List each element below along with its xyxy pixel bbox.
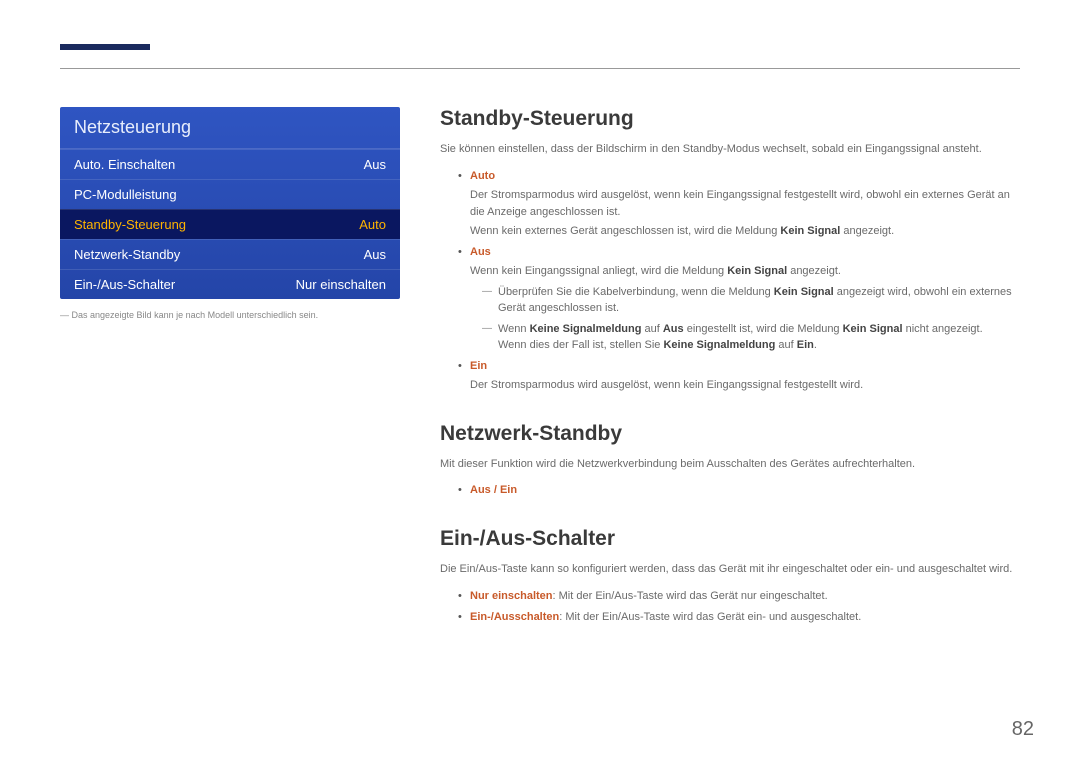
header-rule bbox=[60, 68, 1020, 69]
option-list: Nur einschalten: Mit der Ein/Aus-Taste w… bbox=[440, 588, 1020, 626]
option-label: Ein bbox=[500, 484, 517, 496]
menu-item-label: Ein-/Aus-Schalter bbox=[74, 277, 175, 292]
menu-item-value: Nur einschalten bbox=[296, 277, 386, 292]
menu-item-value: Aus bbox=[364, 157, 386, 172]
section-intro: Sie können einstellen, dass der Bildschi… bbox=[440, 141, 1020, 158]
menu-item-label: Netzwerk-Standby bbox=[74, 247, 180, 262]
text-fragment: auf bbox=[775, 339, 796, 351]
aus-label: Aus bbox=[663, 323, 684, 335]
option-separator: / bbox=[491, 484, 500, 496]
ein-label: Ein bbox=[797, 339, 814, 351]
kein-signal-label: Kein Signal bbox=[843, 323, 903, 335]
keine-signalmeldung-label: Keine Signalmeldung bbox=[663, 339, 775, 351]
text-fragment: Wenn kein externes Gerät angeschlossen i… bbox=[470, 225, 780, 237]
kein-signal-label: Kein Signal bbox=[780, 225, 840, 237]
menu-item-netzwerk-standby[interactable]: Netzwerk-Standby Aus bbox=[60, 239, 400, 269]
sub-item: Wenn Keine Signalmeldung auf Aus eingest… bbox=[482, 321, 1020, 354]
text-fragment: Wenn dies der Fall ist, stellen Sie bbox=[498, 339, 663, 351]
option-ein-ausschalten: Ein-/Ausschalten: Mit der Ein/Aus-Taste … bbox=[458, 609, 1020, 626]
option-label: Ein bbox=[470, 360, 487, 372]
option-aus: Aus Wenn kein Eingangssignal anliegt, wi… bbox=[458, 244, 1020, 354]
option-list: Auto Der Stromsparmodus wird ausgelöst, … bbox=[440, 168, 1020, 394]
section-title: Ein-/Aus-Schalter bbox=[440, 527, 1020, 551]
menu-title: Netzsteuerung bbox=[60, 107, 400, 149]
option-ein: Ein Der Stromsparmodus wird ausgelöst, w… bbox=[458, 358, 1020, 394]
option-label: Nur einschalten bbox=[470, 590, 553, 602]
menu-item-label: Auto. Einschalten bbox=[74, 157, 175, 172]
menu-note: Das angezeigte Bild kann je nach Modell … bbox=[60, 309, 400, 322]
option-auto: Auto Der Stromsparmodus wird ausgelöst, … bbox=[458, 168, 1020, 240]
option-text: Wenn kein Eingangssignal anliegt, wird d… bbox=[470, 263, 1020, 280]
option-text: Wenn kein externes Gerät angeschlossen i… bbox=[470, 223, 1020, 240]
menu-item-auto-einschalten[interactable]: Auto. Einschalten Aus bbox=[60, 149, 400, 179]
section-intro: Die Ein/Aus-Taste kann so konfiguriert w… bbox=[440, 561, 1020, 578]
content-columns: Netzsteuerung Auto. Einschalten Aus PC-M… bbox=[60, 107, 1020, 654]
menu-item-label: Standby-Steuerung bbox=[74, 217, 186, 232]
option-label: Ein-/Ausschalten bbox=[470, 611, 559, 623]
text-fragment: Überprüfen Sie die Kabelverbindung, wenn… bbox=[498, 286, 774, 298]
section-netzwerk-standby: Netzwerk-Standby Mit dieser Funktion wir… bbox=[440, 422, 1020, 500]
option-label: Aus bbox=[470, 246, 491, 258]
text-fragment: nicht angezeigt. bbox=[903, 323, 983, 335]
menu-item-ein-aus-schalter[interactable]: Ein-/Aus-Schalter Nur einschalten bbox=[60, 269, 400, 299]
right-column: Standby-Steuerung Sie können einstellen,… bbox=[440, 107, 1020, 654]
text-fragment: eingestellt ist, wird die Meldung bbox=[684, 323, 843, 335]
text-fragment: . bbox=[814, 339, 817, 351]
option-text: : Mit der Ein/Aus-Taste wird das Gerät e… bbox=[559, 611, 861, 623]
menu-item-pc-modulleistung[interactable]: PC-Modulleistung bbox=[60, 179, 400, 209]
page: Netzsteuerung Auto. Einschalten Aus PC-M… bbox=[0, 0, 1080, 684]
section-standby: Standby-Steuerung Sie können einstellen,… bbox=[440, 107, 1020, 394]
keine-signalmeldung-label: Keine Signalmeldung bbox=[530, 323, 642, 335]
option-label: Aus bbox=[470, 484, 491, 496]
option-list: Aus / Ein bbox=[440, 482, 1020, 499]
section-title: Netzwerk-Standby bbox=[440, 422, 1020, 446]
menu-item-standby-steuerung[interactable]: Standby-Steuerung Auto bbox=[60, 209, 400, 239]
section-ein-aus-schalter: Ein-/Aus-Schalter Die Ein/Aus-Taste kann… bbox=[440, 527, 1020, 626]
menu-item-label: PC-Modulleistung bbox=[74, 187, 177, 202]
option-text: : Mit der Ein/Aus-Taste wird das Gerät n… bbox=[553, 590, 828, 602]
option-text: Der Stromsparmodus wird ausgelöst, wenn … bbox=[470, 187, 1020, 221]
option-aus-ein: Aus / Ein bbox=[458, 482, 1020, 499]
menu-item-value: Aus bbox=[364, 247, 386, 262]
text-fragment: angezeigt. bbox=[787, 265, 841, 277]
sub-list: Überprüfen Sie die Kabelverbindung, wenn… bbox=[470, 284, 1020, 354]
option-text: Der Stromsparmodus wird ausgelöst, wenn … bbox=[470, 377, 1020, 394]
text-fragment: Wenn bbox=[498, 323, 530, 335]
option-nur-einschalten: Nur einschalten: Mit der Ein/Aus-Taste w… bbox=[458, 588, 1020, 605]
text-fragment: Wenn kein Eingangssignal anliegt, wird d… bbox=[470, 265, 727, 277]
section-intro: Mit dieser Funktion wird die Netzwerkver… bbox=[440, 456, 1020, 473]
kein-signal-label: Kein Signal bbox=[727, 265, 787, 277]
section-title: Standby-Steuerung bbox=[440, 107, 1020, 131]
menu-panel: Netzsteuerung Auto. Einschalten Aus PC-M… bbox=[60, 107, 400, 299]
option-label: Auto bbox=[470, 170, 495, 182]
text-fragment: angezeigt. bbox=[840, 225, 894, 237]
header-accent bbox=[60, 44, 150, 50]
kein-signal-label: Kein Signal bbox=[774, 286, 834, 298]
page-number: 82 bbox=[1012, 718, 1034, 741]
text-fragment: auf bbox=[641, 323, 662, 335]
menu-item-value: Auto bbox=[359, 217, 386, 232]
sub-item: Überprüfen Sie die Kabelverbindung, wenn… bbox=[482, 284, 1020, 317]
left-column: Netzsteuerung Auto. Einschalten Aus PC-M… bbox=[60, 107, 400, 654]
